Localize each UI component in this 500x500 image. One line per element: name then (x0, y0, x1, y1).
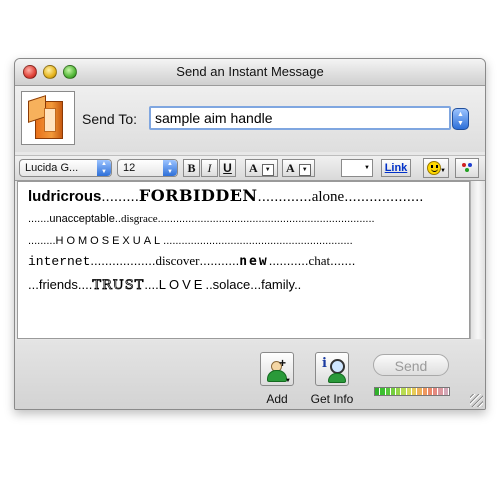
message-line: .........HOMOSEXUAL.....................… (28, 235, 353, 247)
im-window: Send an Instant Message Send To: sample … (14, 58, 486, 410)
send-to-label: Send To: (82, 111, 138, 127)
message-text-run: internet (28, 254, 91, 269)
action-bar: + ▼ Add i Get Info Send (15, 340, 485, 409)
message-text-run: ......... (28, 235, 56, 247)
person-body-icon (328, 373, 346, 383)
color-swatch-select[interactable]: ▼ (341, 159, 373, 177)
get-info-button[interactable]: i (315, 352, 349, 386)
message-text-run: ........................................… (163, 235, 353, 247)
plus-icon: + (279, 356, 287, 370)
message-text-run: ......... (101, 188, 139, 205)
message-text-run: TRUST (92, 278, 145, 294)
title-bar[interactable]: Send an Instant Message (15, 59, 485, 86)
chevron-updown-icon: ▲ ▼ (163, 160, 177, 176)
message-text-run: ........... (268, 253, 309, 268)
background-color-label: A (286, 161, 295, 175)
person-body-icon (267, 370, 287, 382)
add-label: Add (266, 392, 288, 406)
message-line: internet..................discover......… (28, 253, 355, 269)
message-text-run: ................... (344, 188, 424, 205)
font-select[interactable]: Lucida G... ▲ ▼ (19, 159, 112, 177)
font-select-value: Lucida G... (25, 162, 79, 174)
message-text-run: discover (155, 253, 200, 268)
chevron-down-icon: ▼ (440, 168, 446, 174)
warning-level-meter (374, 387, 450, 396)
message-text-run: .......unacceptable.. (28, 213, 121, 225)
message-text-run: ..solace...family.. (205, 277, 302, 292)
chevron-down-icon: ▼ (298, 164, 311, 176)
message-text-run: .... (144, 277, 159, 292)
format-toolbar: Lucida G... ▲ ▼ 12 ▲ ▼ B I U A ▼ A ▼ ▼ Link … (15, 155, 485, 181)
dot-icon (465, 168, 469, 172)
info-icon: i (322, 356, 327, 371)
smiley-icon (427, 161, 441, 175)
message-text-run: ............. (257, 188, 312, 205)
smiley-button[interactable]: ▼ (423, 158, 449, 178)
resize-grip[interactable] (470, 394, 483, 407)
buddy-icon[interactable] (21, 91, 75, 145)
message-text-run: LOVE (158, 277, 206, 292)
size-select-value: 12 (123, 162, 136, 174)
text-color-label: A (249, 161, 258, 175)
meter-segment (443, 388, 449, 395)
message-text-run: ...friends.... (28, 277, 93, 292)
message-text-run: alone (311, 189, 345, 205)
message-text-run: ....... (330, 253, 356, 268)
message-text-run: chat (308, 253, 331, 268)
insert-link-button[interactable]: Link (381, 159, 411, 177)
message-text-run: ........................................… (157, 213, 375, 225)
dot-icon (468, 163, 472, 167)
italic-button[interactable]: I (201, 159, 218, 177)
message-text-run: .................. (90, 253, 156, 268)
magnifier-icon (330, 359, 345, 374)
message-compose-area[interactable]: ludricrous.........FORBIDDEN............… (17, 181, 470, 339)
message-line: .......unacceptable..disgrace...........… (28, 213, 375, 225)
message-line: ...friends....TRUST....LOVE..solace...fa… (28, 277, 301, 293)
bold-button[interactable]: B (183, 159, 200, 177)
message-scrollbar[interactable] (470, 181, 485, 339)
chevron-down-icon: ▼ (285, 378, 291, 384)
message-text-run: FORBIDDEN (138, 186, 258, 205)
message-text-run: ludricrous (28, 188, 102, 205)
get-info-label: Get Info (310, 392, 354, 406)
message-text-run: disgrace (120, 213, 158, 225)
message-text-run: HOMOSEXUAL (55, 235, 164, 247)
dot-icon (462, 163, 466, 167)
send-to-input[interactable]: sample aim handle (149, 106, 451, 130)
recipient-header: Send To: sample aim handle ▲ ▼ (15, 86, 485, 152)
window-title: Send an Instant Message (176, 64, 324, 79)
more-icons-button[interactable] (455, 158, 479, 178)
underline-button[interactable]: U (219, 159, 236, 177)
message-line: ludricrous.........FORBIDDEN............… (28, 186, 423, 206)
chevron-down-icon: ▼ (261, 164, 274, 176)
size-select[interactable]: 12 ▲ ▼ (117, 159, 178, 177)
send-to-stepper[interactable]: ▲ ▼ (452, 108, 469, 130)
message-text-run: ........... (199, 253, 240, 268)
add-buddy-button[interactable]: + ▼ (260, 352, 294, 386)
message-text-run: new (239, 254, 269, 269)
send-button[interactable]: Send (373, 354, 449, 376)
text-color-button[interactable]: A ▼ (245, 159, 278, 177)
background-color-button[interactable]: A ▼ (282, 159, 315, 177)
chevron-updown-icon: ▲ ▼ (97, 160, 111, 176)
